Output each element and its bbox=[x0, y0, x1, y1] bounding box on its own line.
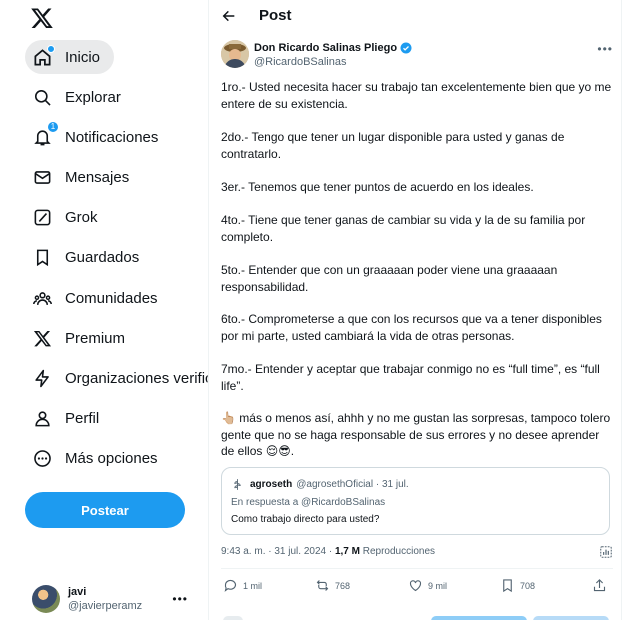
sidebar-item-label: Explorar bbox=[65, 88, 121, 106]
more-circle-icon bbox=[33, 449, 52, 468]
agroseth-logo-icon bbox=[234, 479, 241, 490]
bookmark-count: 708 bbox=[520, 580, 536, 591]
analytics-icon[interactable] bbox=[599, 545, 613, 559]
home-icon bbox=[33, 44, 55, 67]
like-count: 9 mil bbox=[428, 580, 448, 591]
back-arrow-icon[interactable] bbox=[221, 8, 237, 24]
reply-avatar-peek bbox=[223, 616, 243, 620]
lightning-icon bbox=[33, 369, 52, 388]
share-icon bbox=[593, 579, 606, 592]
reply-count: 1 mil bbox=[243, 580, 263, 591]
quote-text: Como trabajo directo para usted? bbox=[231, 514, 380, 525]
sidebar-item-label: Más opciones bbox=[65, 449, 158, 467]
quote-author-handle: @agrosethOficial · 31 jul. bbox=[296, 479, 409, 490]
post-detail-column: Post Don Ricardo Salinas Pliego @Ricardo… bbox=[208, 0, 622, 620]
sidebar-item-mas-opciones[interactable]: Más opciones bbox=[25, 441, 172, 475]
author-name[interactable]: Don Ricardo Salinas Pliego bbox=[254, 42, 397, 54]
bookmark-button[interactable]: 708 bbox=[500, 578, 535, 593]
post-paragraph: 5to.- Entender que con un graaaaan poder… bbox=[221, 263, 558, 294]
sidebar-item-label: Comunidades bbox=[65, 289, 158, 307]
author-handle[interactable]: @RicardoBSalinas bbox=[254, 56, 347, 68]
mail-icon bbox=[33, 168, 52, 187]
avatar bbox=[32, 585, 60, 613]
bookmark-icon bbox=[33, 248, 52, 267]
sidebar: Inicio Explorar 1 Notificaciones Mensaje… bbox=[0, 0, 208, 620]
bookmark-icon bbox=[503, 579, 512, 593]
heart-icon bbox=[409, 580, 422, 592]
post-author: Don Ricardo Salinas Pliego @RicardoBSali… bbox=[221, 40, 613, 70]
sidebar-item-comunidades[interactable]: Comunidades bbox=[25, 281, 172, 315]
sidebar-item-label: Inicio bbox=[65, 48, 101, 66]
grok-icon bbox=[33, 208, 52, 227]
divider bbox=[221, 568, 613, 569]
reply-button[interactable]: 1 mil bbox=[223, 578, 262, 593]
page-title: Post bbox=[259, 7, 292, 24]
like-button[interactable]: 9 mil bbox=[408, 578, 447, 593]
sidebar-item-label: Premium bbox=[65, 329, 126, 347]
repost-button[interactable]: 768 bbox=[315, 578, 350, 593]
avatar[interactable] bbox=[221, 40, 249, 68]
repost-icon bbox=[316, 580, 329, 591]
communities-icon bbox=[33, 289, 52, 308]
share-button[interactable] bbox=[592, 578, 612, 593]
post-actions: 1 mil 768 9 mil 708 bbox=[209, 578, 623, 596]
reply-button-peek bbox=[533, 616, 609, 620]
post-paragraph: 1ro.- Usted necesita hacer su trabajo ta… bbox=[221, 80, 612, 111]
verified-badge-icon bbox=[400, 42, 412, 54]
quoted-reply-card[interactable]: agroseth @agrosethOficial · 31 jul. En r… bbox=[221, 467, 610, 535]
bell-icon: 1 bbox=[33, 120, 59, 147]
sidebar-item-mensajes[interactable]: Mensajes bbox=[25, 160, 143, 194]
x-logo-icon[interactable] bbox=[30, 6, 54, 30]
views-label: Reproducciones bbox=[359, 546, 436, 557]
sidebar-item-label: Organizaciones verificadas bbox=[65, 369, 208, 387]
more-dots-icon[interactable]: ••• bbox=[597, 42, 613, 56]
sidebar-item-label: Notificaciones bbox=[65, 128, 159, 146]
post-paragraph: 2do.- Tengo que tener un lugar disponibl… bbox=[221, 130, 565, 161]
sidebar-item-grok[interactable]: Grok bbox=[25, 200, 112, 234]
sidebar-item-label: Perfil bbox=[65, 409, 100, 427]
header: Post bbox=[209, 0, 621, 32]
post-paragraph: 👆🏼 más o menos así, ahhh y no me gustan … bbox=[221, 411, 611, 458]
profile-icon bbox=[33, 409, 52, 428]
post-paragraph: 7mo.- Entender y aceptar que trabajar co… bbox=[221, 362, 600, 393]
reply-mention[interactable]: @RicardoBSalinas bbox=[301, 497, 385, 508]
sidebar-item-explorar[interactable]: Explorar bbox=[25, 80, 135, 114]
reply-banner-peek bbox=[431, 616, 527, 620]
post-paragraph: 4to.- Tiene que tener ganas de cambiar s… bbox=[221, 213, 586, 244]
sidebar-item-notificaciones[interactable]: 1 Notificaciones bbox=[25, 120, 172, 154]
more-dots-icon[interactable]: ••• bbox=[172, 592, 188, 606]
sidebar-item-perfil[interactable]: Perfil bbox=[25, 401, 113, 435]
sidebar-item-inicio[interactable]: Inicio bbox=[25, 40, 115, 74]
sidebar-item-guardados[interactable]: Guardados bbox=[25, 240, 153, 274]
quote-author-name: agroseth bbox=[250, 479, 293, 490]
view-count: 1,7 M bbox=[334, 546, 360, 557]
repost-count: 768 bbox=[335, 580, 351, 591]
x-premium-icon bbox=[33, 329, 52, 348]
account-handle: @javierperamz bbox=[68, 600, 143, 612]
notification-badge: 1 bbox=[47, 120, 59, 133]
post-timestamp[interactable]: 9:43 a. m. · 31 jul. 2024 · bbox=[221, 546, 335, 557]
reply-context: En respuesta a @RicardoBSalinas bbox=[231, 497, 385, 508]
sidebar-item-label: Mensajes bbox=[65, 168, 130, 186]
post-paragraph: 3er.- Tenemos que tener puntos de acuerd… bbox=[221, 180, 534, 194]
sidebar-item-label: Grok bbox=[65, 208, 98, 226]
sidebar-item-premium[interactable]: Premium bbox=[25, 321, 139, 355]
post-metadata: 9:43 a. m. · 31 jul. 2024 · 1,7 M Reprod… bbox=[221, 546, 435, 557]
account-name: javi bbox=[68, 586, 87, 598]
reply-icon bbox=[224, 579, 237, 592]
unread-dot bbox=[47, 44, 55, 53]
post-paragraph: 6to.- Comprometerse a que con los recurs… bbox=[221, 312, 602, 343]
sidebar-item-organizaciones[interactable]: Organizaciones verificadas bbox=[25, 361, 208, 395]
account-switcher[interactable]: javi @javierperamz ••• bbox=[32, 582, 202, 616]
reply-prefix: En respuesta a bbox=[231, 497, 302, 508]
sidebar-item-label: Guardados bbox=[65, 248, 140, 266]
post-button[interactable]: Postear bbox=[25, 492, 185, 528]
search-icon bbox=[33, 88, 52, 107]
